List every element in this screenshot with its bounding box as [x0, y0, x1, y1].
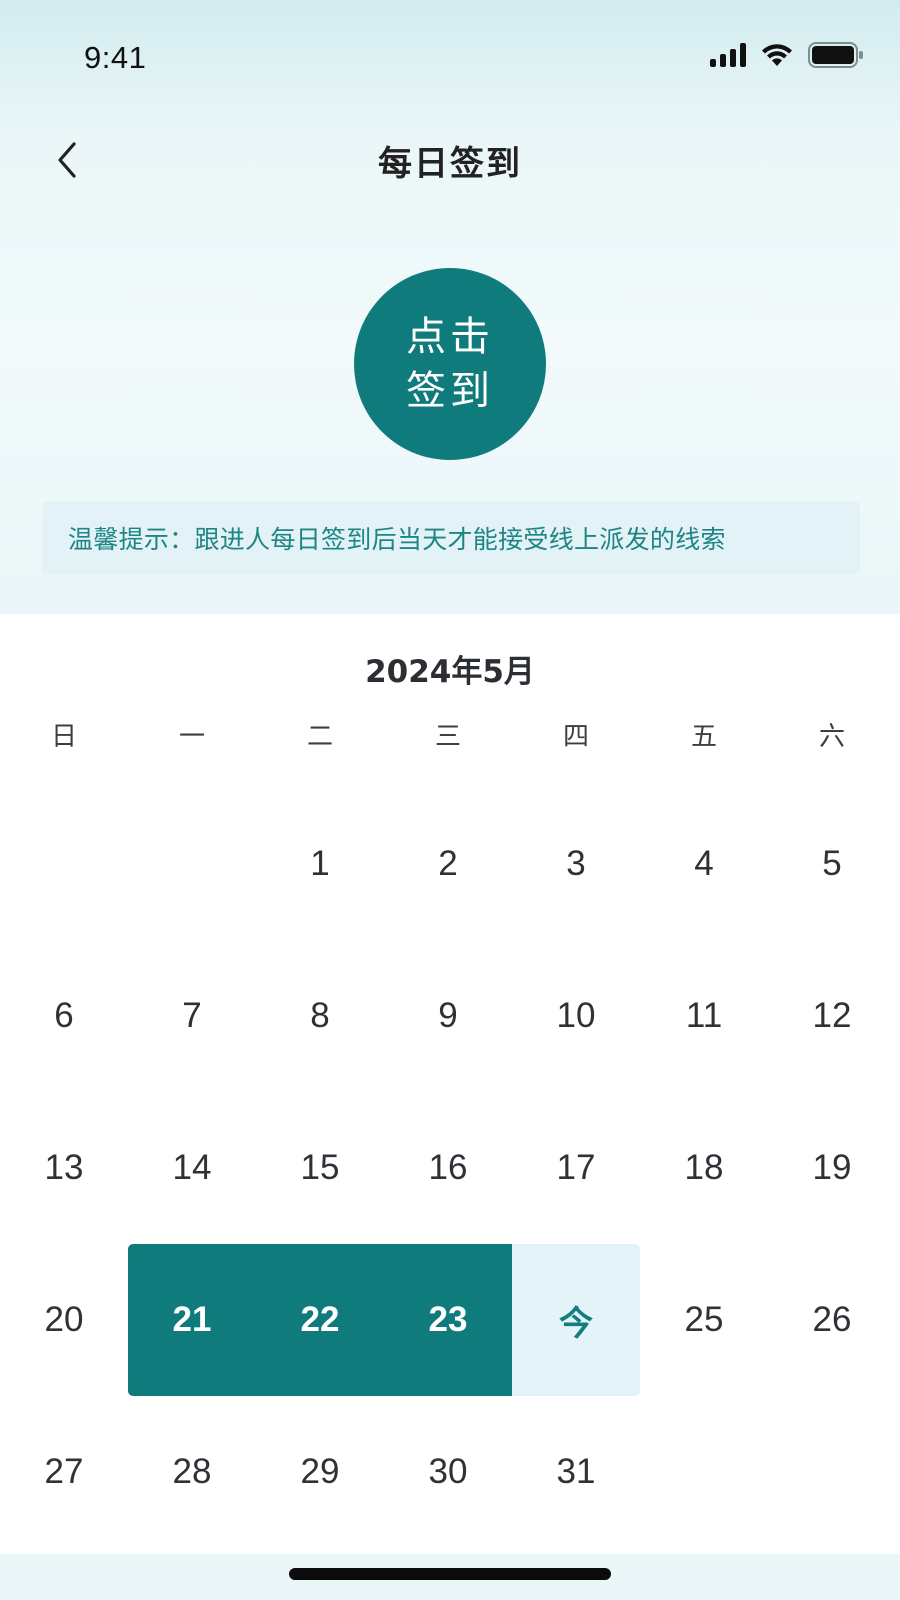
day-cell-empty: [0, 788, 128, 940]
day-cell-empty: [640, 1396, 768, 1548]
day-cell[interactable]: 26: [768, 1244, 896, 1396]
day-cell[interactable]: 16: [384, 1092, 512, 1244]
day-cell[interactable]: 20: [0, 1244, 128, 1396]
day-cell[interactable]: 6: [0, 940, 128, 1092]
day-cell[interactable]: 27: [0, 1396, 128, 1548]
home-indicator[interactable]: [289, 1568, 611, 1580]
day-cell[interactable]: 11: [640, 940, 768, 1092]
day-cell[interactable]: 30: [384, 1396, 512, 1548]
day-cell[interactable]: 17: [512, 1092, 640, 1244]
day-cell-empty: [128, 788, 256, 940]
page-title: 每日签到: [378, 144, 522, 184]
nav-bar: 每日签到: [0, 118, 900, 202]
weekday-label: 六: [818, 722, 845, 752]
weekday-label: 三: [434, 722, 461, 752]
day-cell[interactable]: 15: [256, 1092, 384, 1244]
day-cell-empty: [768, 1396, 896, 1548]
status-time: 9:41: [84, 40, 147, 75]
day-cell[interactable]: 29: [256, 1396, 384, 1548]
home-indicator-area: [0, 1554, 900, 1600]
battery-icon: [808, 42, 864, 68]
wifi-icon: [760, 42, 794, 68]
day-cell[interactable]: 4: [640, 788, 768, 940]
day-cell[interactable]: 19: [768, 1092, 896, 1244]
day-cell[interactable]: 31: [512, 1396, 640, 1548]
tip-banner: 温馨提示：跟进人每日签到后当天才能接受线上派发的线索: [42, 502, 860, 574]
checkin-label-line1: 点击: [406, 314, 494, 360]
weekday-label: 五: [690, 722, 717, 752]
day-cell[interactable]: 13: [0, 1092, 128, 1244]
calendar-week-row: 13 14 15 16 17 18 19: [0, 1092, 900, 1244]
day-cell[interactable]: 25: [640, 1244, 768, 1396]
weekday-label: 二: [306, 722, 333, 752]
month-title: 2024年5月: [365, 654, 535, 690]
checkin-button[interactable]: 点击 签到: [354, 268, 546, 460]
day-cell-today[interactable]: 今: [512, 1244, 640, 1396]
weekday-label: 一: [178, 722, 205, 752]
day-cell[interactable]: 8: [256, 940, 384, 1092]
weekday-label: 四: [562, 722, 589, 752]
day-cell-signed[interactable]: 23: [384, 1244, 512, 1396]
calendar-week-row: 20 21 22 23 今 25 26: [0, 1244, 900, 1396]
weekday-label: 日: [50, 722, 77, 752]
calendar: 2024年5月 日 一 二 三 四 五 六 1 2 3 4 5 6 7 8 9 …: [0, 614, 900, 1554]
tip-text: 温馨提示：跟进人每日签到后当天才能接受线上派发的线索: [68, 525, 726, 554]
day-cell[interactable]: 12: [768, 940, 896, 1092]
day-cell[interactable]: 10: [512, 940, 640, 1092]
day-cell[interactable]: 28: [128, 1396, 256, 1548]
day-cell-signed[interactable]: 22: [256, 1244, 384, 1396]
day-cell[interactable]: 2: [384, 788, 512, 940]
day-cell[interactable]: 1: [256, 788, 384, 940]
status-bar: 9:41: [0, 0, 900, 110]
day-cell[interactable]: 18: [640, 1092, 768, 1244]
day-cell[interactable]: 3: [512, 788, 640, 940]
weekday-header: 日 一 二 三 四 五 六: [0, 712, 900, 762]
day-cell[interactable]: 7: [128, 940, 256, 1092]
calendar-week-row: 1 2 3 4 5: [0, 788, 900, 940]
cellular-signal-icon: [710, 43, 746, 67]
calendar-week-row: 6 7 8 9 10 11 12: [0, 940, 900, 1092]
day-cell[interactable]: 9: [384, 940, 512, 1092]
day-cell[interactable]: 5: [768, 788, 896, 940]
day-cell[interactable]: 14: [128, 1092, 256, 1244]
day-cell-signed[interactable]: 21: [128, 1244, 256, 1396]
checkin-label-line2: 签到: [406, 368, 494, 414]
status-icons: [710, 42, 864, 68]
calendar-week-row: 27 28 29 30 31: [0, 1396, 900, 1548]
